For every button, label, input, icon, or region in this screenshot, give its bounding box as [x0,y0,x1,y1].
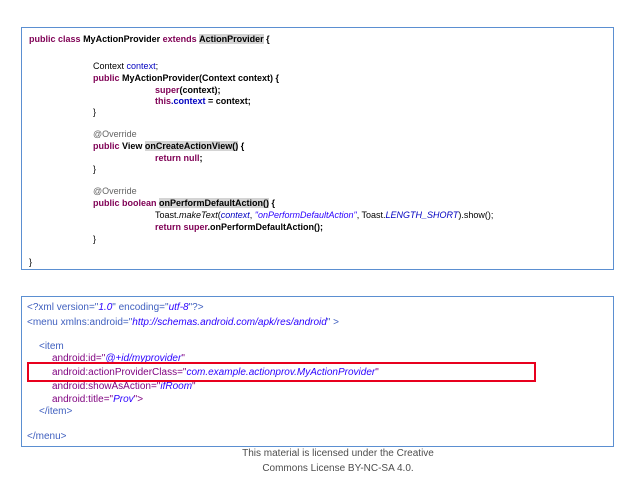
code-line: </item> [39,406,73,417]
code-line: @Override [93,186,137,196]
code-line: return null; [155,153,203,163]
license-notice: This material is licensed under the Crea… [218,446,458,476]
highlight-box [27,362,536,382]
java-code-box: public class MyActionProvider extends Ac… [21,27,614,270]
code-line: } [93,107,97,117]
code-line: Toast.makeText(context, "onPerformDefaul… [155,210,494,220]
code-line: } [29,257,33,267]
code-line: public boolean onPerformDefaultAction() … [93,198,276,208]
code-line: public class MyActionProvider extends Ac… [29,34,270,44]
license-line: Commons License BY-NC-SA 4.0. [262,463,414,474]
code-line: @Override [93,129,137,139]
code-line: } [93,234,97,244]
code-line: public MyActionProvider(Context context)… [93,73,280,83]
code-line: <?xml version="1.0" encoding="utf-8"?> [27,302,204,313]
code-line: this.context = context; [155,96,251,106]
code-line: <menu xmlns:android="http://schemas.andr… [27,317,339,328]
license-line: This material is licensed under the Crea… [242,448,434,459]
code-line: Context context; [93,61,159,71]
code-line: android:title="Prov"> [52,394,144,405]
code-line: } [93,164,97,174]
code-line: </menu> [27,431,67,442]
code-line: <item [39,341,64,352]
code-line: return super.onPerformDefaultAction(); [155,222,324,232]
code-line: android:showAsAction="ifRoom" [52,381,196,392]
code-line: public View onCreateActionView() { [93,141,245,151]
